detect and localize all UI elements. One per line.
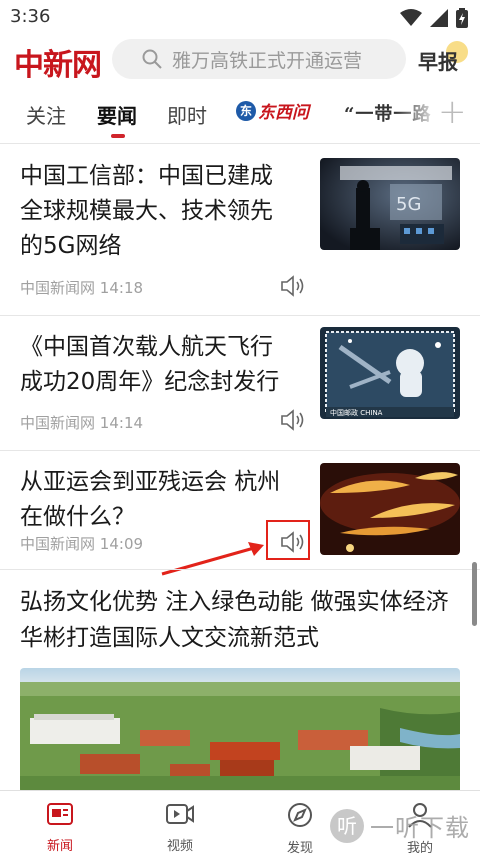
news-time: 14:18 [99,279,144,297]
speaker-icon[interactable] [280,408,306,432]
news-source: 中国新闻网 [20,535,96,553]
nav-news[interactable]: 新闻 [30,801,90,854]
add-channel-icon[interactable]: + [438,92,467,132]
video-icon [166,804,194,824]
news-title[interactable]: 中国工信部：中国已建成全球规模最大、技术领先的5G网络 [20,159,294,264]
morning-brief-button[interactable]: 早报 [418,46,458,75]
watermark-logo-icon: 听 [330,808,364,843]
speaker-icon[interactable] [280,274,306,298]
tab-headlines[interactable]: 要闻 [97,100,137,129]
search-bar[interactable]: 雅万高铁正式开通运营 [112,39,406,79]
feature-title[interactable]: 弘扬文化优势 注入绿色动能 做强实体经济 华彬打造国际人文交流新范式 [20,584,460,656]
dongxiwen-label: 东西问 [258,103,309,123]
stamp-label: 中国邮政 CHINA [330,408,383,417]
thumb-5g-text: 5G [396,194,421,215]
item-divider [0,569,480,570]
nav-discover-label: 发现 [286,841,313,856]
news-thumbnail[interactable]: 中国邮政 CHINA [320,327,460,419]
news-icon [47,803,73,825]
news-source: 中国新闻网 [20,279,96,297]
active-tab-indicator [111,134,125,138]
battery-icon [456,8,468,28]
news-meta: 中国新闻网 14:18 [20,277,143,298]
news-meta: 中国新闻网 14:09 [20,533,143,554]
tab-dongxiwen[interactable]: 东 东西问 [236,98,309,123]
news-time: 14:14 [99,414,144,432]
watermark: 听 一听下载 [330,808,470,843]
search-placeholder: 雅万高铁正式开通运营 [172,49,363,72]
annotation-arrow-icon [161,542,264,576]
nav-video[interactable]: 视频 [150,801,210,854]
news-source: 中国新闻网 [20,414,96,432]
news-thumbnail[interactable]: 5G [320,158,460,250]
dongxiwen-logo-icon: 东 [236,100,256,121]
app-logo[interactable]: 中新网 [14,40,102,84]
tab-follow[interactable]: 关注 [26,100,66,129]
news-item[interactable]: 《中国首次载人航天飞行成功20周年》纪念封发行 中国新闻网 14:14 中国邮政… [0,316,480,450]
watermark-text: 一听下载 [370,814,470,842]
scrollbar[interactable] [472,562,477,626]
nav-video-label: 视频 [166,839,193,854]
news-item[interactable]: 中国工信部：中国已建成全球规模最大、技术领先的5G网络 中国新闻网 14:18 … [0,143,480,315]
feature-image[interactable] [20,668,460,793]
signal-icon [430,9,448,27]
news-meta: 中国新闻网 14:14 [20,412,143,433]
status-icons [400,8,468,28]
tabs-fade [396,94,440,132]
app-header: 中新网 雅万高铁正式开通运营 早报 [0,34,480,86]
discover-icon [288,803,312,827]
search-icon [142,49,162,69]
speaker-highlight-box [266,520,310,560]
nav-discover[interactable]: 发现 [270,801,330,856]
tab-instant[interactable]: 即时 [167,100,207,129]
wifi-icon [400,9,422,26]
status-time: 3:36 [10,6,51,27]
channel-tabs: 关注 要闻 即时 东 东西问 “一带一路 + [0,88,480,138]
nav-news-label: 新闻 [46,839,73,854]
news-title[interactable]: 从亚运会到亚残运会 杭州在做什么？ [20,465,294,535]
news-title[interactable]: 《中国首次载人航天飞行成功20周年》纪念封发行 [20,330,294,400]
news-thumbnail[interactable] [320,463,460,555]
status-bar: 3:36 [0,0,480,34]
news-time: 14:09 [99,535,144,553]
